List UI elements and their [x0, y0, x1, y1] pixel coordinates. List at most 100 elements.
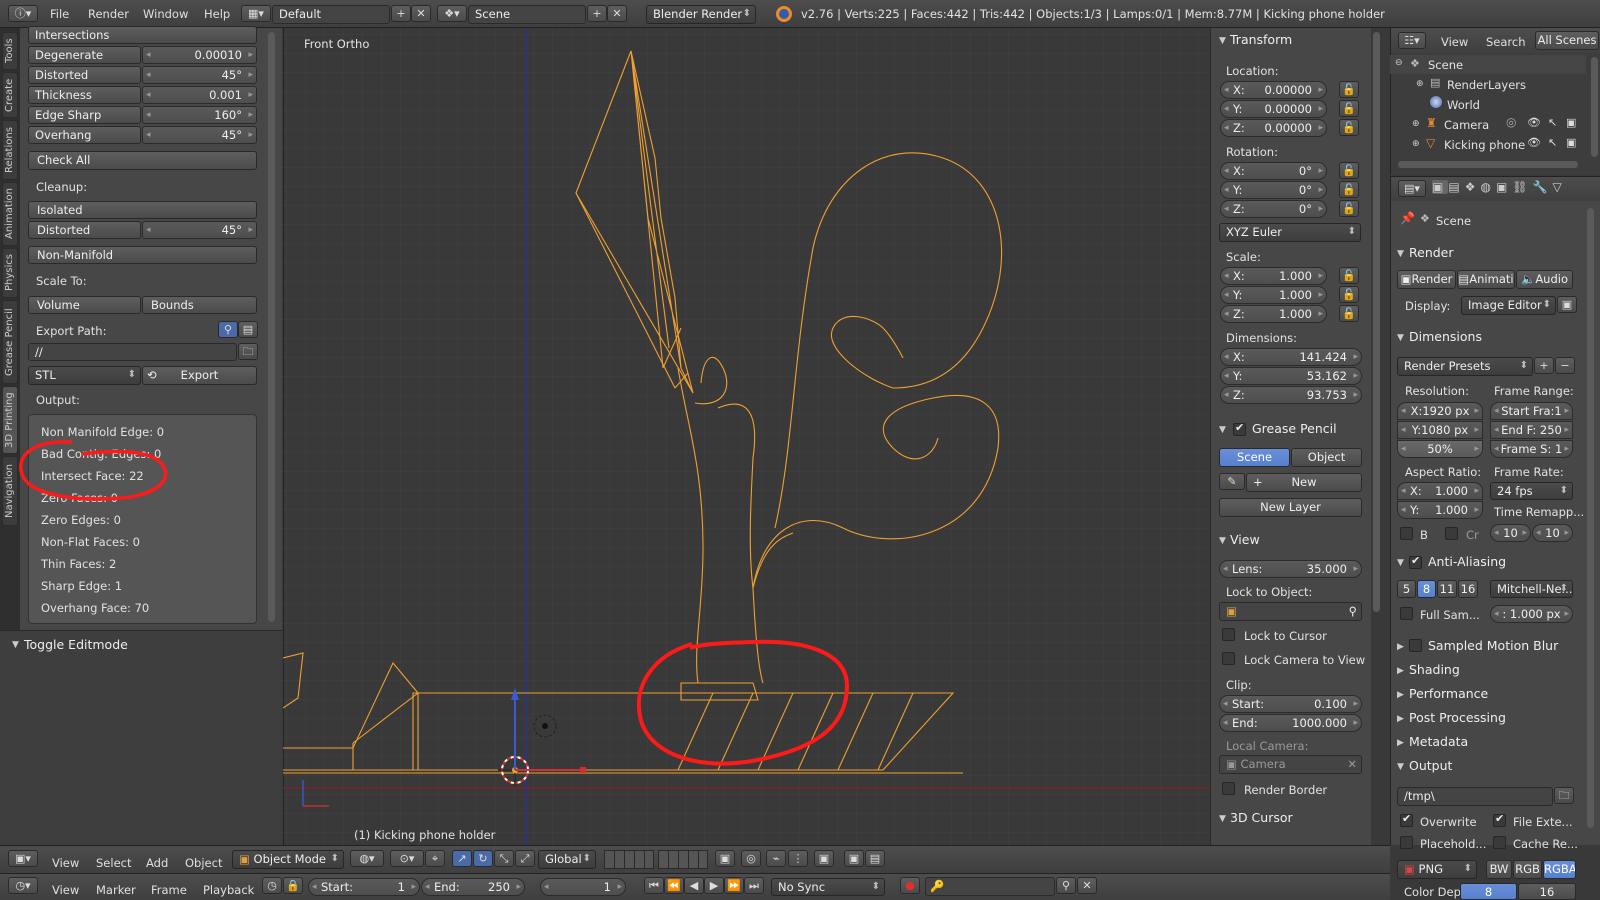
lock-location-x-icon[interactable]: 🔓 [1339, 81, 1359, 98]
cleanup-distorted-value[interactable]: 45° [142, 221, 257, 239]
render-opengl-anim-icon[interactable]: ▤ [865, 850, 885, 867]
toggle-editmode-arrow[interactable]: ▼ [12, 640, 19, 650]
translate-manipulator-icon[interactable]: ↗ [452, 850, 472, 867]
grease-pencil-arrow[interactable]: ▼ [1219, 425, 1226, 435]
cursor-panel-arrow[interactable]: ▼ [1219, 814, 1226, 824]
bounds-button[interactable]: Bounds [142, 296, 257, 314]
aa-11-button[interactable]: 11 [1437, 580, 1457, 598]
gp-new-layer-button[interactable]: New Layer [1219, 498, 1362, 517]
layers-context-icon[interactable]: ▤ [1448, 180, 1464, 194]
cache-result-checkbox[interactable] [1493, 836, 1506, 849]
lock-scale-z-icon[interactable]: 🔓 [1339, 305, 1359, 322]
screen-layout-icon[interactable]: ▦▾ [241, 5, 271, 22]
grease-pencil-checkbox[interactable] [1233, 421, 1246, 436]
border-checkbox[interactable] [1400, 527, 1413, 540]
crop-checkbox[interactable] [1445, 527, 1458, 540]
display-lock-icon[interactable]: ▣ [1557, 296, 1577, 313]
timeline-view-menu[interactable]: View [52, 883, 79, 897]
dimensions-panel-header[interactable]: Dimensions [1409, 329, 1482, 344]
gp-scene-button[interactable]: Scene [1219, 448, 1290, 467]
layers-grid-2-icon[interactable] [658, 850, 708, 869]
gp-object-button[interactable]: Object [1291, 448, 1362, 467]
rotation-y[interactable]: Y:0° [1220, 181, 1327, 199]
preset-add-icon[interactable]: + [1534, 357, 1554, 374]
aa-5-button[interactable]: 5 [1397, 580, 1416, 598]
tab-create[interactable]: Create [2, 72, 18, 118]
motion-blur-checkbox[interactable] [1409, 639, 1422, 652]
end-frame-timeline[interactable]: End:250 [421, 878, 525, 896]
export-format-select[interactable]: STL [28, 366, 141, 385]
lock-to-cursor-checkbox[interactable] [1222, 628, 1235, 641]
lock-rotation-x-icon[interactable]: 🔓 [1339, 162, 1359, 179]
tool-scrollbar[interactable] [268, 32, 275, 622]
resolution-y-field[interactable]: Y:1080 px [1397, 421, 1483, 439]
performance-header[interactable]: Performance [1409, 686, 1488, 701]
header-add-menu[interactable]: Add [146, 856, 168, 870]
n-panel-scrollbar[interactable] [1373, 32, 1380, 612]
rotation-z[interactable]: Z:0° [1220, 200, 1327, 218]
scale-x[interactable]: X:1.000 [1220, 267, 1327, 285]
outliner-scene[interactable]: Scene [1428, 58, 1463, 72]
overwrite-checkbox[interactable] [1400, 812, 1413, 827]
jump-end-icon[interactable]: ⏭ [744, 877, 764, 894]
gp-new-button[interactable]: + New [1246, 473, 1362, 492]
view-panel-arrow[interactable]: ▼ [1219, 536, 1226, 546]
properties-scrollbar[interactable] [1587, 208, 1594, 828]
render-engine-select[interactable]: Blender Render [646, 5, 756, 24]
scale-z[interactable]: Z:1.000 [1220, 305, 1327, 323]
thickness-button[interactable]: Thickness [28, 86, 141, 104]
resolution-x-field[interactable]: X:1920 px [1397, 402, 1483, 420]
modifiers-context-icon[interactable]: 🔧 [1533, 180, 1553, 194]
orientation-select[interactable]: Global [538, 850, 596, 869]
outliner-scrollbar[interactable] [1591, 57, 1598, 157]
insert-keyframe-icon[interactable]: ⚲ [1056, 877, 1076, 894]
render-context-icon[interactable]: ▣ [1432, 180, 1449, 194]
distorted-button[interactable]: Distorted [28, 66, 141, 84]
grease-pencil-header[interactable]: Grease Pencil [1252, 421, 1337, 436]
view-panel-header[interactable]: View [1230, 532, 1260, 547]
menu-render[interactable]: Render [88, 7, 129, 21]
cleanup-distorted-button[interactable]: Distorted [28, 221, 141, 239]
outliner-view-menu[interactable]: View [1441, 35, 1468, 49]
dimensions-panel-arrow[interactable]: ▼ [1397, 333, 1404, 343]
camera-expand-icon[interactable]: ⊕ [1412, 119, 1420, 129]
shading-arrow[interactable]: ▶ [1397, 666, 1404, 676]
kicking-render-icon[interactable]: ▣ [1566, 136, 1576, 149]
color-bw-button[interactable]: BW [1486, 860, 1512, 879]
intersections-button[interactable]: Intersections [28, 26, 257, 44]
degenerate-button[interactable]: Degenerate [28, 46, 141, 64]
depth-16-button[interactable]: 16 [1518, 883, 1576, 900]
check-all-button[interactable]: Check All [28, 151, 257, 170]
performance-arrow[interactable]: ▶ [1397, 690, 1404, 700]
tab-animation[interactable]: Animation [2, 182, 18, 246]
start-frame-field[interactable]: Start Fra:1 [1490, 402, 1573, 420]
rotate-manipulator-icon[interactable]: ↻ [473, 850, 493, 867]
render-panel-arrow[interactable]: ▼ [1397, 249, 1404, 259]
timeline-playback-menu[interactable]: Playback [203, 883, 254, 897]
aa-filter-select[interactable]: Mitchell-Ne... [1490, 580, 1573, 598]
sampled-motion-blur-header[interactable]: Sampled Motion Blur [1428, 638, 1558, 653]
world-context-icon[interactable]: ◍ [1480, 180, 1495, 194]
scene-remove-icon[interactable]: ✕ [607, 5, 627, 22]
local-camera-field[interactable]: ▣ Camera ✕ [1219, 755, 1362, 774]
camera-select-icon[interactable]: ↖ [1548, 116, 1557, 129]
snap-element-icon[interactable]: ⋮ [788, 850, 808, 867]
isolated-button[interactable]: Isolated [28, 201, 257, 219]
render-animation-button[interactable]: ▤Animati [1457, 270, 1515, 289]
render-audio-button[interactable]: 🔈Audio [1516, 270, 1573, 289]
header-view-menu[interactable]: View [52, 856, 79, 870]
snap-icon[interactable]: ⌁ [766, 850, 786, 867]
location-x[interactable]: X:0.00000 [1220, 81, 1327, 99]
all-scenes-select[interactable]: All Scenes [1535, 31, 1599, 50]
lock-rotation-y-icon[interactable]: 🔓 [1339, 181, 1359, 198]
lock-time-icon[interactable]: 🔒 [283, 877, 303, 894]
export-path-field[interactable]: // [28, 343, 237, 361]
metadata-arrow[interactable]: ▶ [1397, 738, 1404, 748]
metadata-header[interactable]: Metadata [1409, 734, 1468, 749]
view3d-editor-icon[interactable]: ▣▾ [8, 850, 38, 867]
data-context-icon[interactable]: ▽ [1552, 180, 1566, 194]
lens-field[interactable]: Lens:35.000 [1219, 560, 1362, 578]
scene-add-icon[interactable]: + [587, 5, 607, 22]
clip-end-field[interactable]: End:1000.000 [1219, 714, 1362, 732]
transform-arrow[interactable]: ▼ [1219, 36, 1226, 46]
